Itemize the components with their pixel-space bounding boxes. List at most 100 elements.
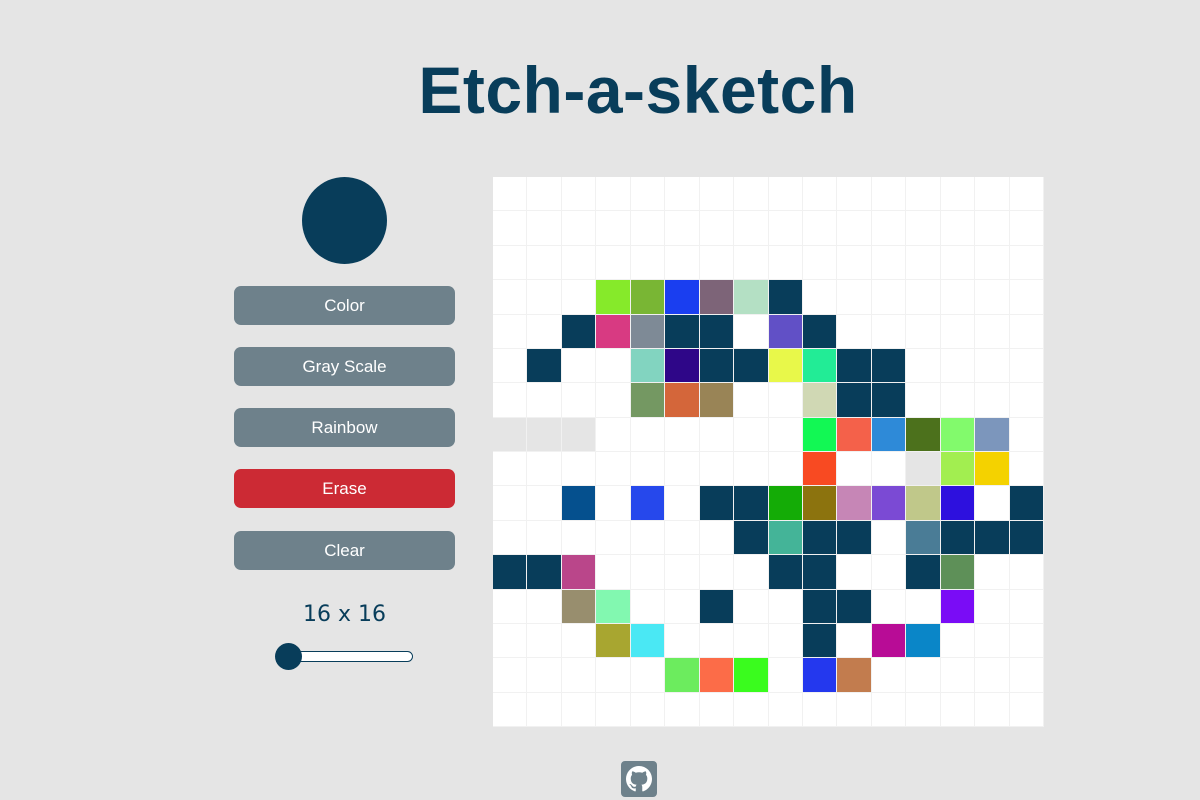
grid-cell[interactable] xyxy=(493,417,528,452)
grid-cell[interactable] xyxy=(596,314,631,349)
grid-cell[interactable] xyxy=(768,280,803,315)
grid-cell[interactable] xyxy=(734,245,769,281)
grid-cell[interactable] xyxy=(561,314,597,349)
grid-cell[interactable] xyxy=(493,486,528,521)
grid-cell[interactable] xyxy=(527,211,562,246)
grid-cell[interactable] xyxy=(699,177,735,212)
grid-cell[interactable] xyxy=(975,348,1010,384)
grid-cell[interactable] xyxy=(527,245,562,281)
grid-cell[interactable] xyxy=(975,692,1010,727)
grid-cell[interactable] xyxy=(493,520,528,556)
grid-cell[interactable] xyxy=(665,692,700,727)
grid-cell[interactable] xyxy=(906,589,941,624)
grid-cell[interactable] xyxy=(699,417,735,452)
grid-cell[interactable] xyxy=(527,280,562,315)
grid-cell[interactable] xyxy=(768,692,803,727)
grid-cell[interactable] xyxy=(630,245,666,281)
grid-cell[interactable] xyxy=(596,280,631,315)
grid-cell[interactable] xyxy=(940,520,976,556)
grid-cell[interactable] xyxy=(699,211,735,246)
grid-cell[interactable] xyxy=(734,623,769,659)
grid-cell[interactable] xyxy=(802,658,838,693)
grid-cell[interactable] xyxy=(837,589,872,624)
grid-cell[interactable] xyxy=(975,211,1010,246)
grid-cell[interactable] xyxy=(906,486,941,521)
grid-cell[interactable] xyxy=(940,589,976,624)
grid-cell[interactable] xyxy=(837,314,872,349)
grid-cell[interactable] xyxy=(940,177,976,212)
grid-cell[interactable] xyxy=(596,211,631,246)
grid-cell[interactable] xyxy=(561,348,597,384)
grid-cell[interactable] xyxy=(768,623,803,659)
grid-cell[interactable] xyxy=(561,417,597,452)
grid-cell[interactable] xyxy=(871,452,907,487)
grid-cell[interactable] xyxy=(630,280,666,315)
grid-cell[interactable] xyxy=(1009,658,1044,693)
grid-cell[interactable] xyxy=(906,280,941,315)
grid-cell[interactable] xyxy=(665,486,700,521)
grid-cell[interactable] xyxy=(527,555,562,590)
grid-cell[interactable] xyxy=(734,177,769,212)
grid-cell[interactable] xyxy=(940,280,976,315)
grid-cell[interactable] xyxy=(734,280,769,315)
grid-cell[interactable] xyxy=(940,555,976,590)
grid-cell[interactable] xyxy=(527,658,562,693)
grid-cell[interactable] xyxy=(734,692,769,727)
grid-cell[interactable] xyxy=(1009,314,1044,349)
grid-cell[interactable] xyxy=(871,623,907,659)
grid-cell[interactable] xyxy=(561,452,597,487)
grid-cell[interactable] xyxy=(975,623,1010,659)
grid-cell[interactable] xyxy=(665,177,700,212)
grid-cell[interactable] xyxy=(665,245,700,281)
grid-cell[interactable] xyxy=(493,211,528,246)
grid-cell[interactable] xyxy=(871,692,907,727)
grid-cell[interactable] xyxy=(802,452,838,487)
grid-cell[interactable] xyxy=(768,486,803,521)
grid-cell[interactable] xyxy=(837,245,872,281)
grid-cell[interactable] xyxy=(630,383,666,418)
grid-cell[interactable] xyxy=(1009,245,1044,281)
grid-cell[interactable] xyxy=(596,245,631,281)
grid-cell[interactable] xyxy=(906,211,941,246)
grid-cell[interactable] xyxy=(1009,348,1044,384)
grid-cell[interactable] xyxy=(493,245,528,281)
grid-cell[interactable] xyxy=(596,486,631,521)
grid-cell[interactable] xyxy=(561,245,597,281)
grid-cell[interactable] xyxy=(768,452,803,487)
grid-cell[interactable] xyxy=(975,486,1010,521)
grid-cell[interactable] xyxy=(975,245,1010,281)
grid-cell[interactable] xyxy=(871,177,907,212)
grid-cell[interactable] xyxy=(734,520,769,556)
grid-cell[interactable] xyxy=(596,177,631,212)
grid-cell[interactable] xyxy=(975,280,1010,315)
grid-cell[interactable] xyxy=(768,177,803,212)
grid-cell[interactable] xyxy=(493,658,528,693)
github-link[interactable] xyxy=(621,761,657,797)
grid-cell[interactable] xyxy=(665,589,700,624)
grid-cell[interactable] xyxy=(940,245,976,281)
grid-cell[interactable] xyxy=(940,211,976,246)
grid-cell[interactable] xyxy=(802,211,838,246)
grid-cell[interactable] xyxy=(665,417,700,452)
grid-cell[interactable] xyxy=(975,520,1010,556)
grid-cell[interactable] xyxy=(975,383,1010,418)
grid-cell[interactable] xyxy=(871,417,907,452)
grid-cell[interactable] xyxy=(493,348,528,384)
grid-cell[interactable] xyxy=(837,658,872,693)
grid-cell[interactable] xyxy=(561,520,597,556)
grid-cell[interactable] xyxy=(837,417,872,452)
grid-cell[interactable] xyxy=(527,623,562,659)
grid-cell[interactable] xyxy=(1009,623,1044,659)
grid-cell[interactable] xyxy=(734,658,769,693)
grid-cell[interactable] xyxy=(802,348,838,384)
grid-cell[interactable] xyxy=(527,383,562,418)
grid-cell[interactable] xyxy=(493,177,528,212)
grid-cell[interactable] xyxy=(596,417,631,452)
grayscale-button[interactable]: Gray Scale xyxy=(234,347,455,386)
grid-cell[interactable] xyxy=(802,280,838,315)
grid-cell[interactable] xyxy=(665,348,700,384)
grid-cell[interactable] xyxy=(527,177,562,212)
grid-cell[interactable] xyxy=(561,383,597,418)
grid-cell[interactable] xyxy=(837,452,872,487)
grid-cell[interactable] xyxy=(975,589,1010,624)
